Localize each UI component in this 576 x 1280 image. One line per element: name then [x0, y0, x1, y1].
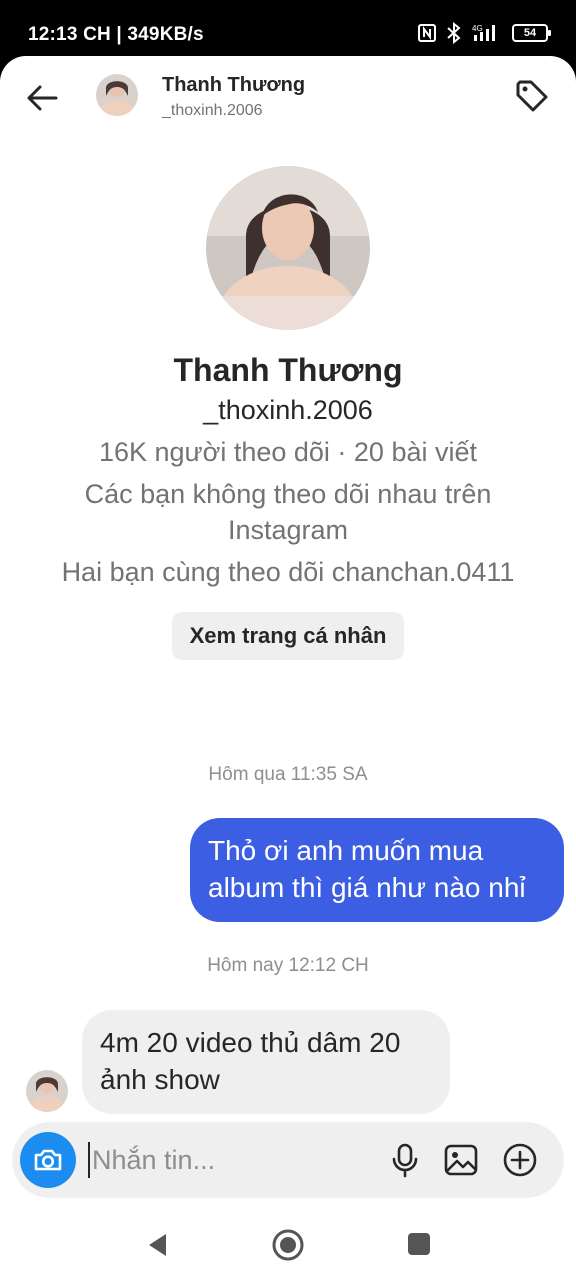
tag-icon[interactable] — [512, 76, 552, 116]
microphone-icon[interactable] — [386, 1141, 424, 1179]
header-avatar[interactable] — [96, 74, 138, 116]
follow-note-line2: Instagram — [227, 515, 349, 545]
header-username[interactable]: _thoxinh.2006 — [162, 102, 263, 120]
profile-stats: 16K người theo dõi · 20 bài viết — [98, 437, 477, 467]
header-name[interactable]: Thanh Thương — [162, 74, 305, 97]
outgoing-message[interactable]: Thỏ ơi anh muốn mua album thì giá như nà… — [190, 818, 564, 922]
timestamp-today: Hôm nay 12:12 CH — [207, 955, 369, 976]
profile-summary: Thanh Thương _thoxinh.2006 16K người the… — [0, 166, 576, 660]
arrow-left-icon[interactable] — [22, 78, 62, 118]
profile-avatar[interactable] — [206, 166, 370, 330]
status-bar: 12:13 CH | 349KB/s 4G 54 — [0, 0, 576, 60]
view-profile-button[interactable]: Xem trang cá nhân — [171, 612, 405, 660]
camera-button[interactable] — [20, 1132, 76, 1188]
nav-back-icon[interactable] — [146, 1232, 170, 1258]
message-input[interactable] — [88, 1142, 348, 1178]
bluetooth-icon — [447, 22, 461, 44]
status-time: 12:13 CH | 349KB/s — [28, 24, 204, 45]
image-icon[interactable] — [442, 1141, 480, 1179]
nav-recents-icon[interactable] — [407, 1232, 431, 1256]
battery-indicator: 54 — [512, 24, 551, 42]
chat-header: Thanh Thương _thoxinh.2006 — [0, 56, 576, 140]
chat-screen: Thanh Thương _thoxinh.2006 Thanh Thương … — [0, 56, 576, 1280]
nfc-icon — [418, 24, 436, 42]
plus-circle-icon[interactable] — [501, 1141, 539, 1179]
camera-icon — [34, 1149, 62, 1171]
signal-icon: 4G — [472, 24, 495, 41]
incoming-message[interactable]: 4m 20 video thủ dâm 20 ảnh show — [82, 1010, 450, 1114]
mutual-follow: Hai bạn cùng theo dõi chanchan.0411 — [61, 557, 515, 587]
nav-home-icon[interactable] — [271, 1228, 305, 1262]
message-composer — [12, 1122, 564, 1198]
profile-username: _thoxinh.2006 — [203, 395, 373, 425]
sender-avatar[interactable] — [26, 1070, 68, 1112]
system-nav-bar — [0, 1212, 576, 1280]
svg-text:4G: 4G — [472, 24, 483, 33]
follow-note-line1: Các bạn không theo dõi nhau trên — [84, 479, 492, 509]
profile-name: Thanh Thương — [173, 352, 403, 388]
status-icons: 4G 54 — [418, 22, 551, 44]
timestamp-yesterday: Hôm qua 11:35 SA — [208, 764, 368, 785]
